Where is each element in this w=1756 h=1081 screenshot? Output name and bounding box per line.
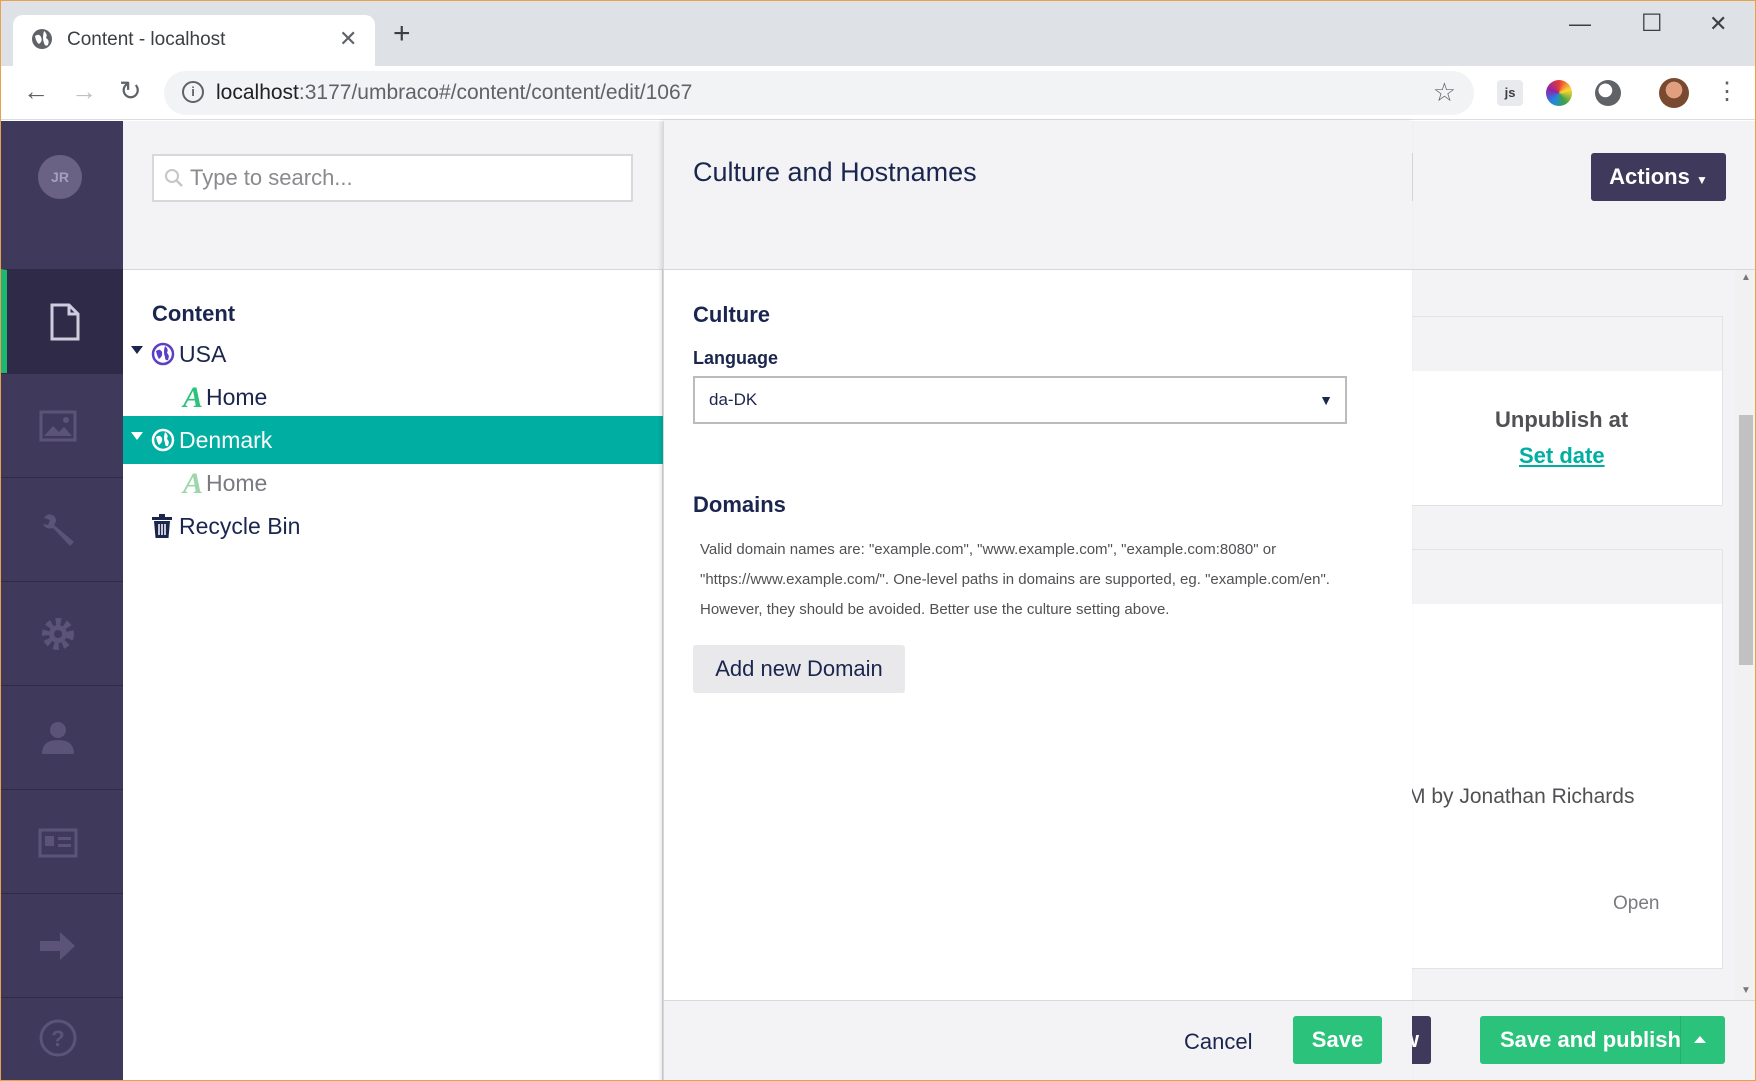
minimize-icon[interactable]: —: [1569, 11, 1591, 37]
tree-title: Content: [152, 301, 236, 326]
svg-text:?: ?: [51, 1026, 64, 1051]
tab-close-icon[interactable]: ✕: [339, 26, 357, 52]
actions-button[interactable]: Actions ▼: [1591, 153, 1726, 201]
unpublish-at-label: Unpublish at: [1495, 407, 1629, 432]
content-tree-pane: Content USA A Home Denmark A Home R: [123, 121, 663, 1080]
caret-down-icon[interactable]: [131, 346, 143, 354]
tree-header: [123, 121, 663, 270]
scrollbar[interactable]: ▲ ▼: [1735, 270, 1755, 1000]
globe-icon: [151, 428, 175, 452]
search-box[interactable]: [152, 154, 633, 202]
section-settings[interactable]: [1, 477, 123, 581]
caret-up-icon[interactable]: [1694, 1036, 1706, 1043]
add-domain-button[interactable]: Add new Domain: [693, 645, 905, 693]
tree-node-denmark-home[interactable]: A Home: [123, 459, 663, 507]
trash-icon: [152, 514, 172, 538]
bookmark-star-icon[interactable]: ☆: [1433, 77, 1456, 108]
document-icon: [50, 303, 80, 341]
new-tab-button[interactable]: +: [393, 19, 411, 49]
globe-icon: [151, 342, 175, 366]
section-help[interactable]: ?: [1, 997, 123, 1080]
tab-strip: Content - localhost ✕ + — ☐ ✕: [1, 1, 1755, 66]
arrow-right-icon: [40, 932, 75, 960]
section-sidebar: JR ?: [1, 121, 123, 1080]
domains-description: Valid domain names are: "example.com", "…: [700, 541, 1330, 618]
tab-title: Content - localhost: [67, 29, 226, 50]
tree-node-recycle-bin[interactable]: Recycle Bin: [123, 502, 663, 550]
gear-icon: [42, 618, 74, 650]
browser-tab[interactable]: Content - localhost ✕: [13, 15, 375, 66]
dialog-footer: Cancel Save: [663, 1000, 1412, 1080]
umbraco-app: JR ? Type to search... Content USA A Hom…: [1, 121, 1755, 1080]
cancel-button[interactable]: Cancel: [1184, 1029, 1252, 1055]
tree-node-label: Recycle Bin: [179, 513, 301, 539]
address-bar[interactable]: i localhost:3177/umbraco#/content/conten…: [164, 71, 1474, 115]
save-and-publish-label: Save and publish: [1500, 1027, 1681, 1052]
circle-extension-icon[interactable]: [1595, 80, 1621, 106]
wrench-icon: [43, 514, 74, 546]
tree-node-label: Home: [206, 384, 268, 410]
maximize-icon[interactable]: ☐: [1641, 9, 1663, 38]
language-value: da-DK: [709, 390, 758, 409]
forward-icon[interactable]: →: [71, 78, 97, 104]
browser-window: Content - localhost ✕ + — ☐ ✕ ← → ↻ i lo…: [0, 0, 1756, 1081]
set-date-link[interactable]: Set date: [1519, 443, 1605, 469]
search-input[interactable]: [190, 164, 620, 192]
user-icon: [42, 722, 74, 754]
dropdown-arrow-icon: ▼: [1319, 392, 1333, 408]
browser-toolbar: ← → ↻ i localhost:3177/umbraco#/content/…: [1, 66, 1755, 120]
tree-node-usa-home[interactable]: A Home: [123, 373, 663, 421]
section-content[interactable]: [1, 269, 123, 373]
user-avatar[interactable]: JR: [38, 155, 82, 199]
url-text: localhost:3177/umbraco#/content/content/…: [216, 81, 693, 104]
scroll-up-icon[interactable]: ▲: [1741, 272, 1751, 283]
profile-avatar[interactable]: [1659, 78, 1689, 108]
section-members[interactable]: [1, 789, 123, 893]
tree-node-label: USA: [179, 341, 227, 367]
color-wheel-extension-icon[interactable]: [1546, 80, 1572, 106]
id-card-icon: [38, 828, 78, 858]
tree-node-label: Home: [206, 470, 268, 496]
scroll-down-icon[interactable]: ▼: [1741, 985, 1751, 996]
document-type-icon: A: [183, 467, 204, 500]
section-forms[interactable]: [1, 893, 123, 997]
dialog-header: Culture and Hostnames: [663, 121, 1412, 270]
globe-icon: [32, 29, 52, 49]
language-select[interactable]: da-DK ▼: [693, 376, 1347, 424]
browser-menu-icon[interactable]: ⋮: [1715, 80, 1739, 104]
search-icon: [165, 169, 183, 187]
js-extension-icon[interactable]: js: [1497, 80, 1523, 106]
tree-node-usa[interactable]: USA: [123, 330, 663, 378]
dialog-title: Culture and Hostnames: [693, 157, 977, 187]
domains-header: Domains: [693, 492, 786, 517]
document-type-icon: A: [183, 381, 204, 414]
scrollbar-thumb[interactable]: [1739, 415, 1753, 665]
culture-header: Culture: [693, 302, 770, 327]
image-icon: [39, 410, 77, 442]
close-window-icon[interactable]: ✕: [1709, 11, 1727, 37]
divider: [1680, 1016, 1681, 1064]
site-info-icon[interactable]: i: [182, 81, 204, 103]
language-label: Language: [693, 348, 779, 368]
history-byline: M by Jonathan Richards: [1408, 785, 1635, 808]
dialog-body: Culture Language da-DK ▼ Domains Valid d…: [663, 270, 1412, 1000]
tree-node-denmark[interactable]: Denmark: [123, 416, 663, 464]
help-icon: ?: [39, 1019, 77, 1057]
section-users[interactable]: [1, 685, 123, 789]
save-button[interactable]: Save: [1293, 1016, 1382, 1064]
back-icon[interactable]: ←: [23, 78, 49, 104]
tree-node-label: Denmark: [179, 427, 273, 453]
culture-hostnames-dialog: Culture and Hostnames Culture Language d…: [663, 121, 1412, 1080]
section-media[interactable]: [1, 373, 123, 477]
caret-down-icon[interactable]: [131, 432, 143, 440]
reload-icon[interactable]: ↻: [119, 78, 142, 105]
open-link[interactable]: Open: [1613, 893, 1659, 915]
save-and-publish-button[interactable]: Save and publish: [1480, 1016, 1725, 1064]
section-packages[interactable]: [1, 581, 123, 685]
